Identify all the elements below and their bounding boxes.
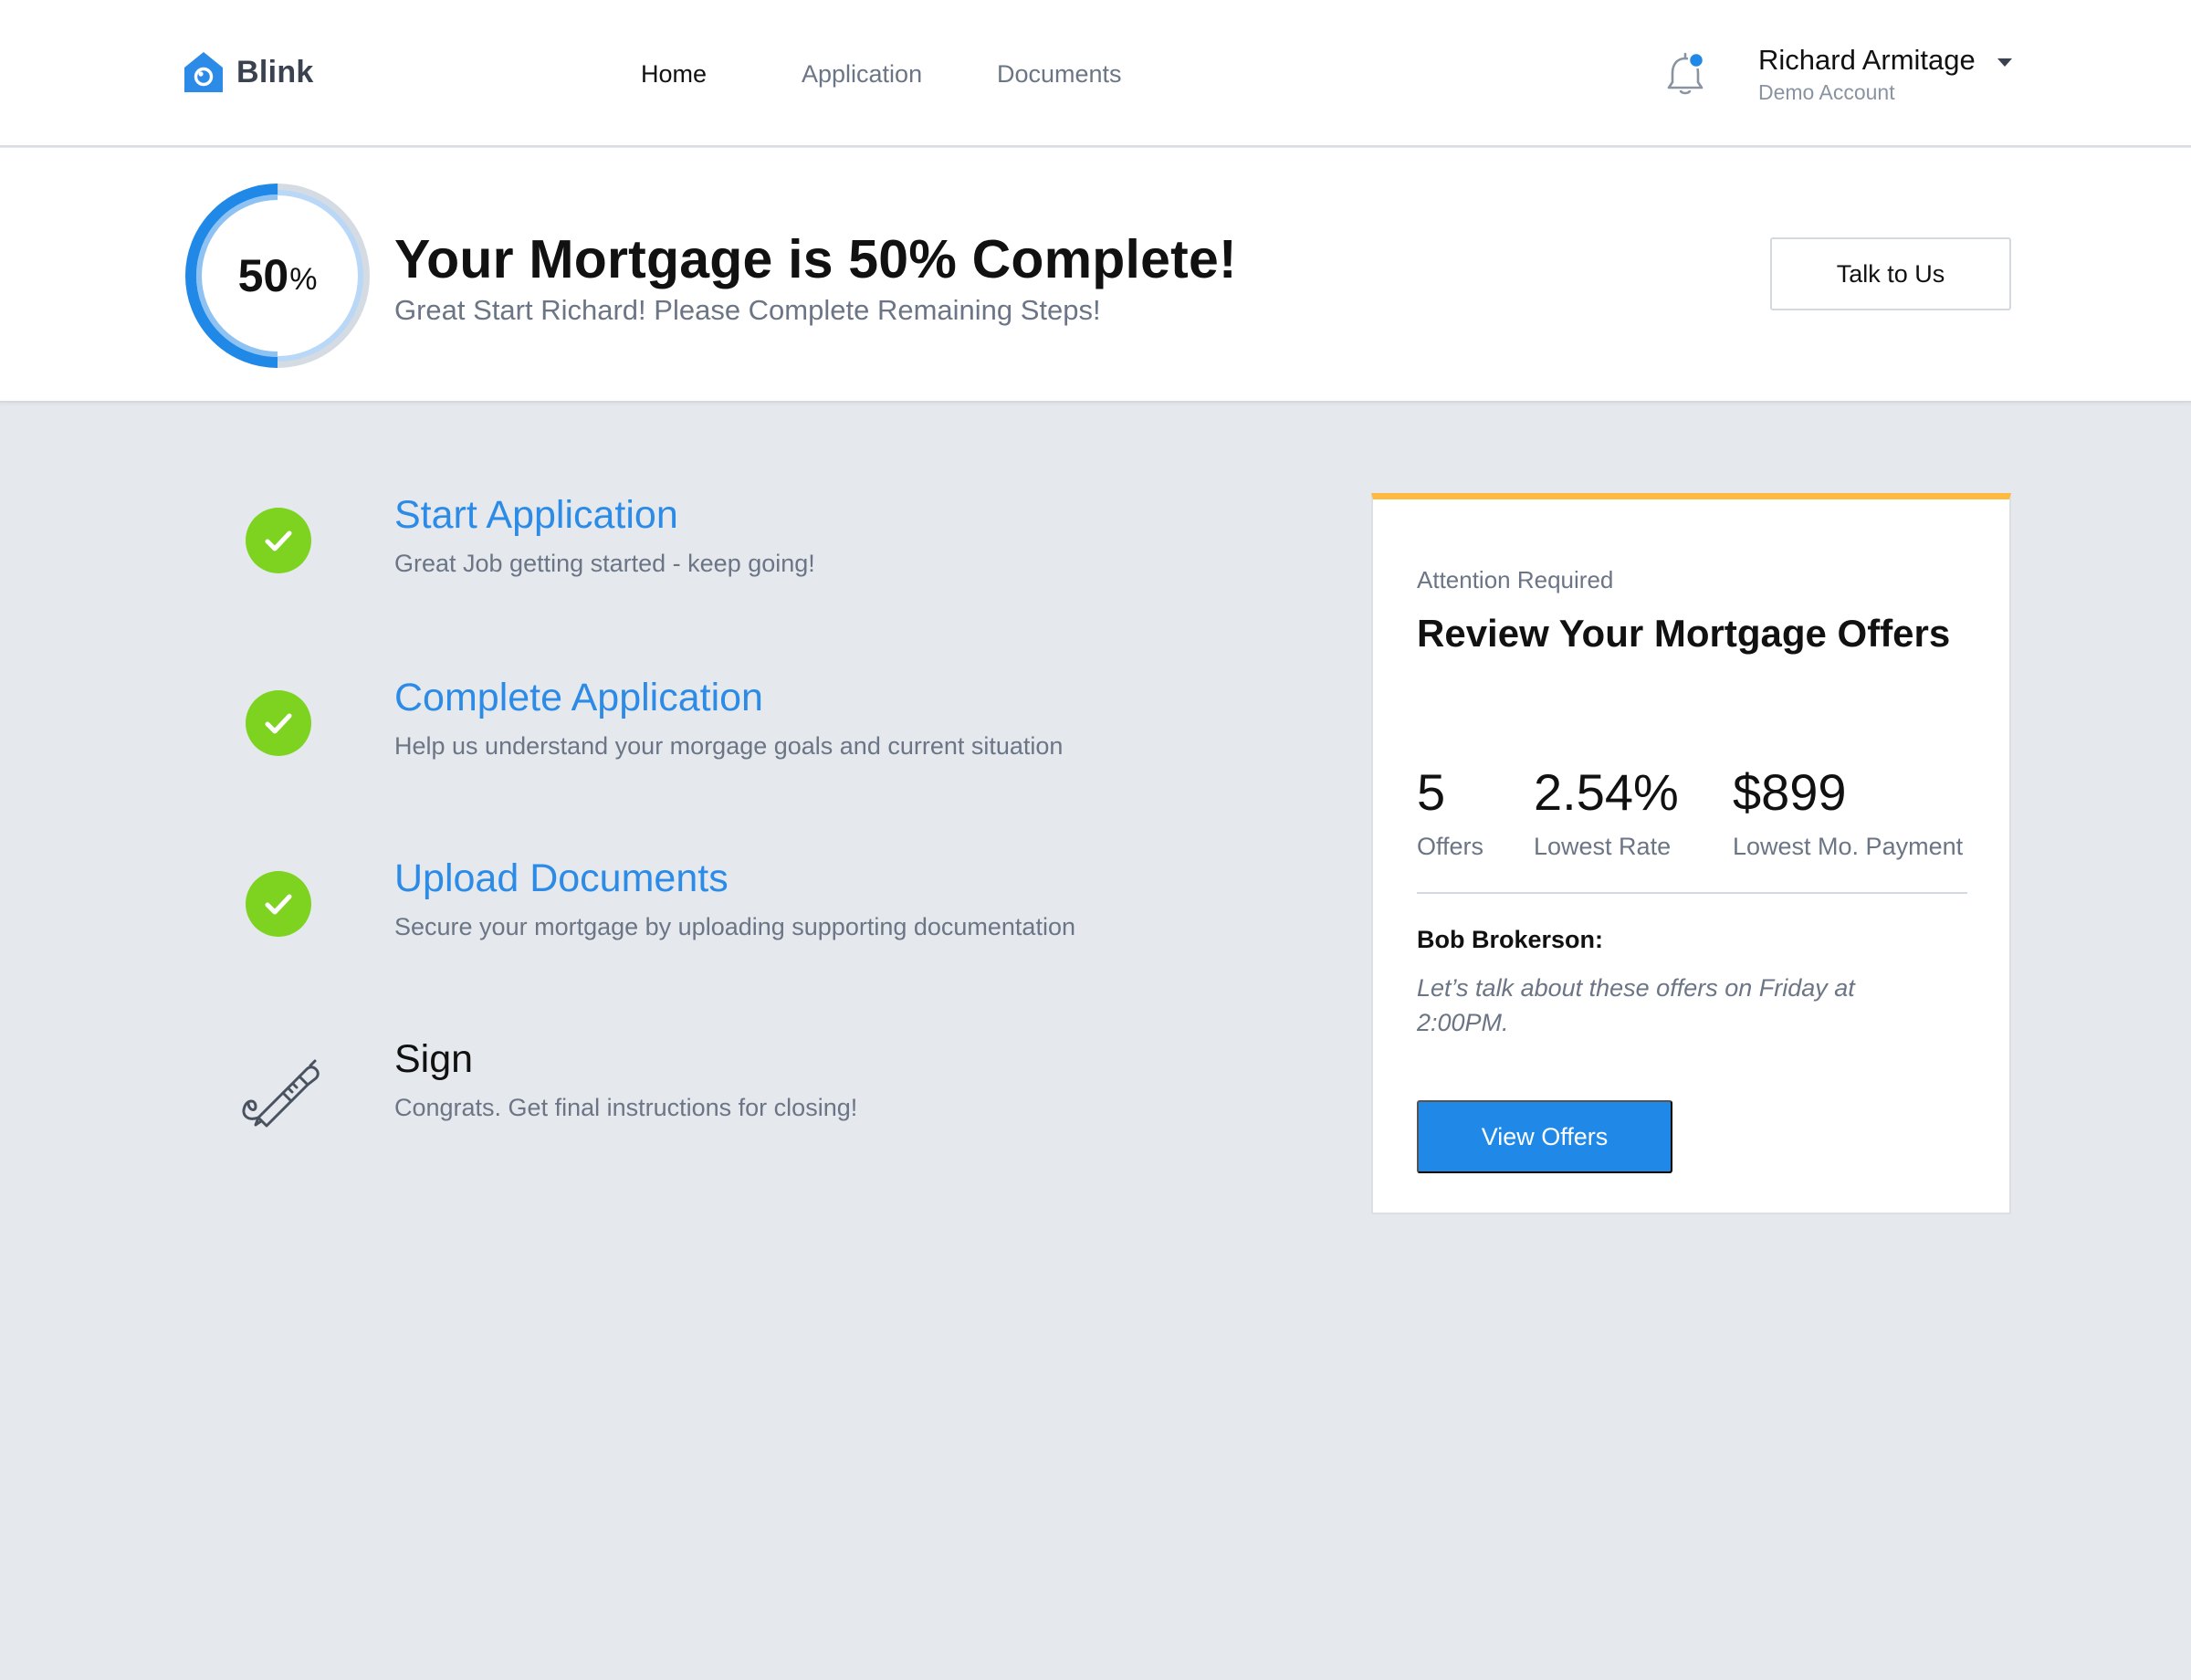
brand-name: Blink [236,54,314,89]
progress-banner: 50 % Your Mortgage is 50% Complete! Grea… [0,148,2191,403]
nav-documents[interactable]: Documents [997,60,1122,89]
step-title-link[interactable]: Start Application [394,493,678,538]
talk-to-us-button[interactable]: Talk to Us [1770,237,2011,310]
nav-application[interactable]: Application [802,60,922,89]
brand-logo[interactable]: Blink [183,51,314,93]
step-title: Sign [394,1037,474,1081]
progress-percent-value: 50 [237,250,289,301]
step-start-application: Start Application Great Job getting star… [0,493,1278,612]
stat-value: $899 [1733,763,1847,821]
step-description: Secure your mortgage by uploading suppor… [394,913,1075,940]
stat-offers: 5 Offers [1417,762,1483,861]
step-complete-application: Complete Application Help us understand … [0,676,1278,794]
check-icon [246,871,311,937]
step-sign: Sign Congrats. Get final instructions fo… [0,1037,1278,1156]
notification-dot [1687,51,1705,69]
user-menu[interactable]: Richard Armitage Demo Account [1758,44,2012,105]
step-description: Help us understand your morgage goals an… [394,732,1064,760]
top-navigation-bar: Blink Home Application Documents Richard… [0,0,2191,147]
stat-label: Lowest Rate [1534,833,1672,860]
step-description: Congrats. Get final instructions for clo… [394,1094,858,1121]
broker-name: Bob Brokerson: [1417,926,1604,953]
house-icon [183,51,224,93]
stat-lowest-rate: 2.54% Lowest Rate [1534,762,1679,861]
pen-icon [228,1037,329,1133]
progress-subtitle: Great Start Richard! Please Complete Rem… [394,294,1101,326]
chevron-down-icon [1997,58,2012,67]
user-account-type: Demo Account [1758,80,1895,104]
progress-title: Your Mortgage is 50% Complete! [394,229,1237,289]
offers-card-title: Review Your Mortgage Offers [1417,612,1951,655]
attention-required-label: Attention Required [1417,566,1614,593]
stat-value: 2.54% [1534,763,1679,821]
progress-percent-sign: % [289,261,318,297]
nav-home[interactable]: Home [641,60,707,89]
check-icon [246,690,311,756]
view-offers-button[interactable]: View Offers [1417,1100,1672,1173]
step-title-link[interactable]: Complete Application [394,676,763,720]
stat-value: 5 [1417,763,1446,821]
bell-icon[interactable] [1665,51,1709,103]
user-name: Richard Armitage [1758,44,1976,76]
divider [1417,892,1967,894]
broker-message: Let’s talk about these offers on Friday … [1417,974,1855,1036]
step-upload-documents: Upload Documents Secure your mortgage by… [0,856,1278,975]
stat-lowest-payment: $899 Lowest Mo. Payment [1733,762,1963,861]
check-icon [246,508,311,573]
step-title-link[interactable]: Upload Documents [394,856,729,901]
progress-ring: 50 % [183,182,372,370]
step-description: Great Job getting started - keep going! [394,550,815,577]
mortgage-offers-card: Attention Required Review Your Mortgage … [1371,493,2011,1214]
stat-label: Lowest Mo. Payment [1733,833,1964,860]
stat-label: Offers [1417,833,1484,860]
